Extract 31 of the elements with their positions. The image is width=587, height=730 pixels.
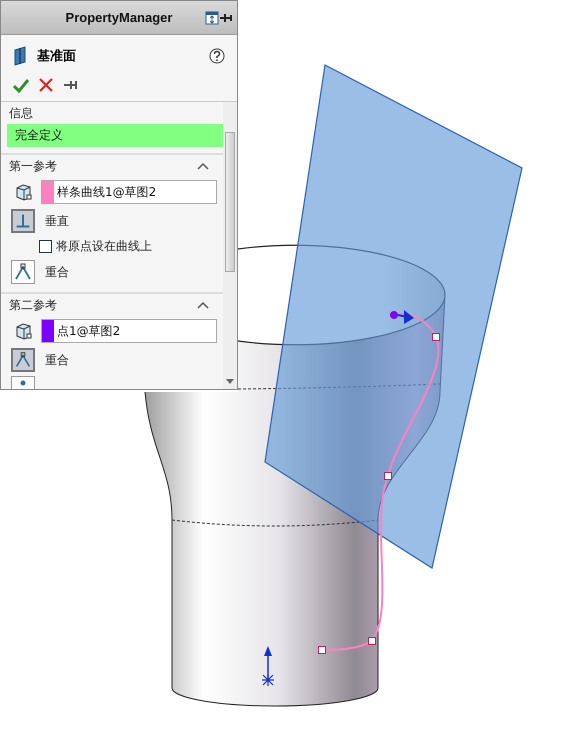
close-icon[interactable]: [39, 78, 53, 92]
point-marker-icon: [390, 310, 414, 324]
cube-icon: [15, 322, 33, 340]
cube-icon: [15, 183, 33, 201]
scroll-down-icon[interactable]: [226, 379, 234, 385]
panel-title: PropertyManager: [66, 10, 172, 25]
constraint-label: 重合: [45, 264, 69, 280]
selection-field[interactable]: 点1@草图2: [41, 319, 217, 343]
selection-field[interactable]: 样条曲线1@草图2: [41, 180, 217, 204]
spline-curve[interactable]: [318, 313, 440, 654]
constraint-label: 垂直: [45, 212, 69, 230]
constraint-button[interactable]: [11, 260, 35, 284]
scrollbar[interactable]: [223, 102, 237, 389]
checkbox[interactable]: [39, 240, 52, 253]
pushpin-icon[interactable]: [63, 78, 79, 92]
dot-icon: [20, 380, 26, 386]
section-heading: 第二参考: [9, 296, 57, 314]
axis-triad-icon: [261, 646, 275, 687]
section-heading: 信息: [9, 104, 33, 122]
datum-plane[interactable]: [264, 64, 523, 569]
section-heading: 第一参考: [9, 158, 57, 174]
scrollbar-thumb[interactable]: [225, 132, 235, 272]
collapse-icon[interactable]: [197, 301, 209, 309]
checkbox-label: 将原点设在曲线上: [56, 238, 152, 255]
panel-options-icon[interactable]: [205, 10, 235, 26]
checkmark-icon[interactable]: [13, 77, 29, 93]
status-message: 完全定义: [7, 124, 223, 147]
collapse-icon[interactable]: [197, 162, 209, 170]
constraint-label: 重合: [45, 352, 69, 368]
help-icon[interactable]: [209, 48, 225, 64]
feature-title: 基准面: [37, 48, 77, 65]
